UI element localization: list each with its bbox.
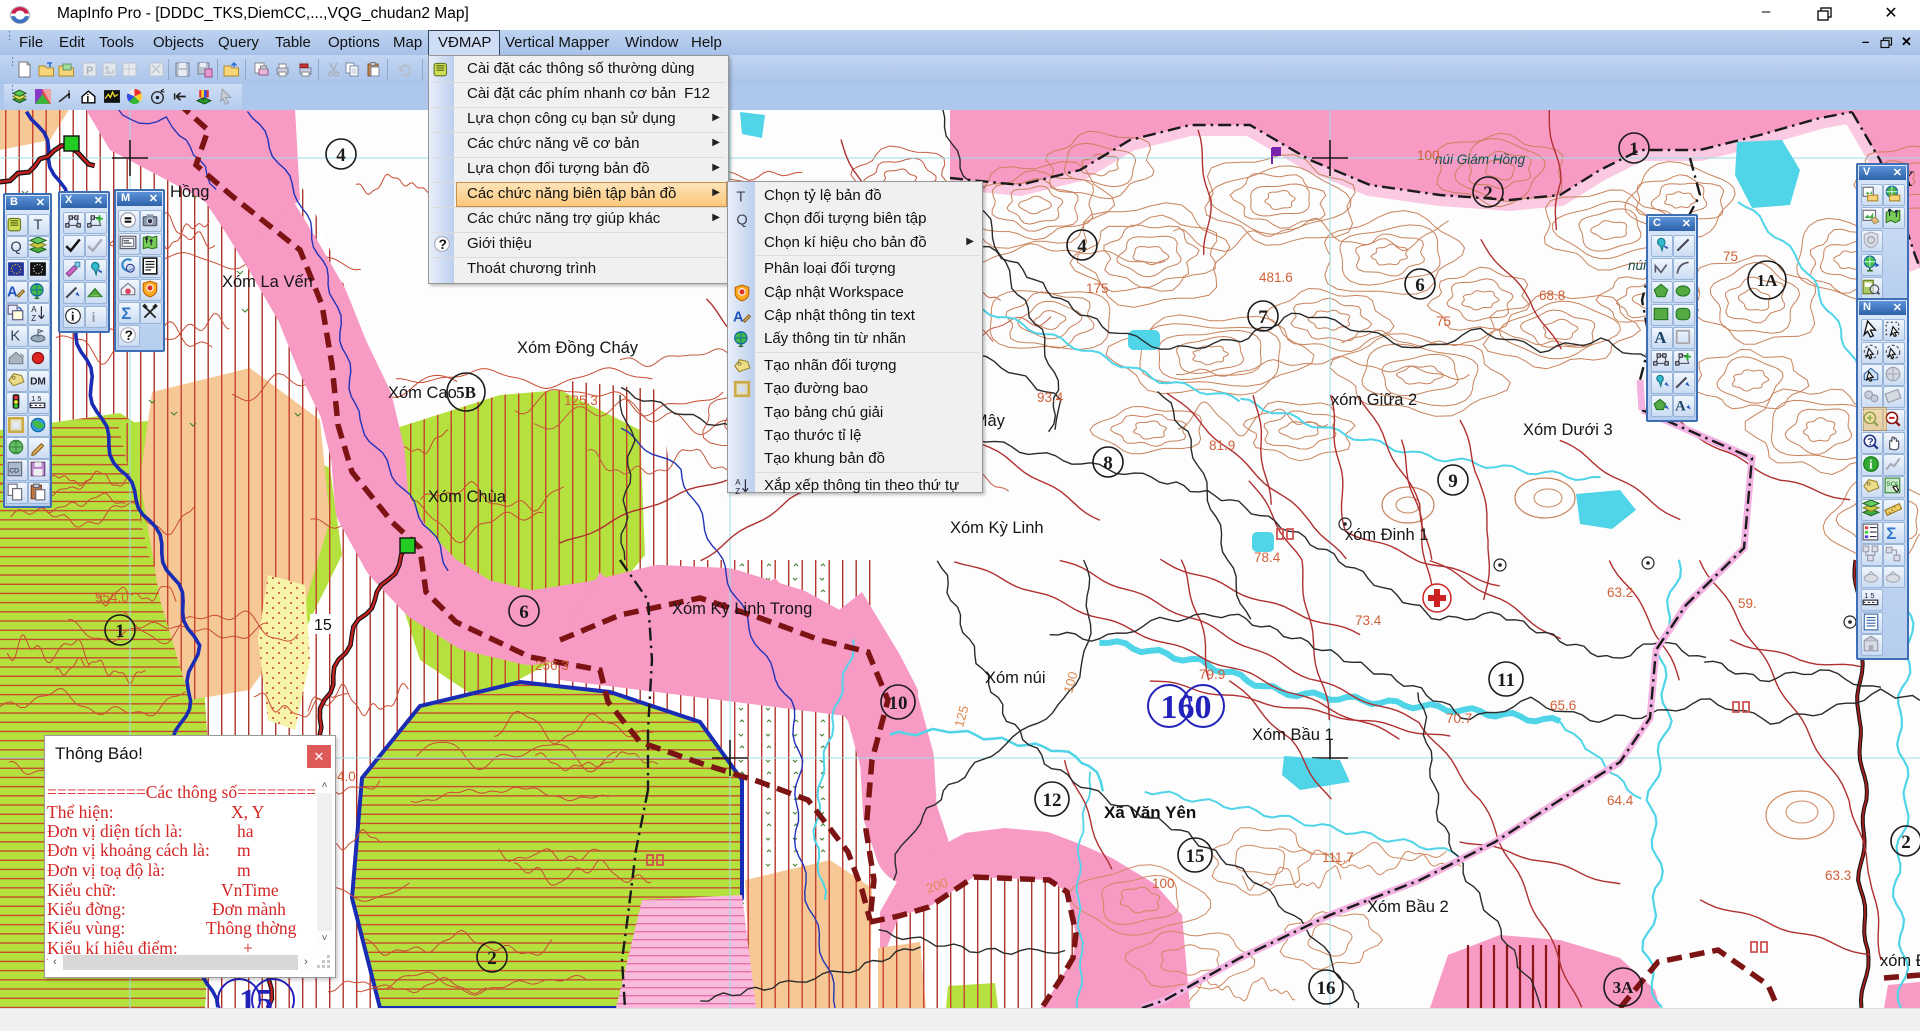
svg-text:75: 75 — [1436, 314, 1451, 329]
svg-text:i: i — [71, 310, 75, 324]
svg-text:160: 160 — [1161, 689, 1212, 726]
svg-text:Z: Z — [31, 314, 36, 322]
svg-text:A: A — [733, 310, 744, 325]
svg-text:2: 2 — [1483, 183, 1493, 204]
svg-text:1A: 1A — [1757, 271, 1779, 290]
svg-text:Z: Z — [735, 487, 740, 495]
svg-text:9: 9 — [1448, 471, 1458, 492]
svg-text:Xóm Bầu 1: Xóm Bầu 1 — [1252, 726, 1334, 744]
svg-text:DM: DM — [30, 377, 46, 388]
svg-text:954.0: 954.0 — [95, 590, 129, 605]
svg-text:Xóm Chùa: Xóm Chùa — [428, 488, 507, 506]
svg-text:Xóm Kỳ Linh: Xóm Kỳ Linh — [950, 519, 1044, 537]
svg-text:1 5: 1 5 — [1864, 591, 1874, 600]
svg-text:i: i — [68, 90, 71, 102]
svg-text:?: ? — [125, 328, 133, 343]
svg-text:256.3: 256.3 — [535, 658, 569, 673]
svg-text:111.7: 111.7 — [1322, 850, 1354, 865]
svg-text:6: 6 — [519, 602, 529, 623]
svg-text:64.4: 64.4 — [1607, 793, 1634, 808]
svg-text:i: i — [86, 93, 89, 105]
svg-text:xóm Đinh 1: xóm Đinh 1 — [1345, 526, 1428, 544]
svg-text:4: 4 — [336, 145, 346, 166]
svg-text:A: A — [31, 305, 37, 314]
svg-text:81.9: 81.9 — [1209, 438, 1235, 453]
svg-text:3A: 3A — [1613, 978, 1635, 997]
svg-text:A: A — [1675, 399, 1686, 414]
svg-text:K: K — [10, 329, 20, 344]
svg-text:93.4: 93.4 — [1037, 390, 1064, 405]
svg-text:63.3: 63.3 — [1825, 868, 1851, 883]
svg-text:núi Giám Hồng: núi Giám Hồng — [1435, 152, 1526, 167]
svg-text:Xóm Dưới 3: Xóm Dưới 3 — [1523, 421, 1613, 439]
svg-text:T: T — [736, 190, 745, 205]
svg-text:xóm Đ: xóm Đ — [1880, 952, 1920, 970]
svg-text:Σ: Σ — [1886, 524, 1896, 541]
svg-text:73.4: 73.4 — [1355, 613, 1382, 628]
svg-text:Xóm La Vến: Xóm La Vến — [222, 273, 313, 291]
svg-text:100: 100 — [1417, 148, 1440, 163]
svg-text:75: 75 — [1723, 249, 1738, 264]
svg-text:Xóm núi: Xóm núi — [985, 669, 1046, 687]
svg-text:A: A — [735, 478, 741, 487]
svg-text:100: 100 — [1152, 876, 1175, 891]
svg-text:59.: 59. — [1738, 596, 1757, 611]
svg-text:5B: 5B — [456, 383, 476, 402]
svg-text:Xóm Kỳ Linh Trong: Xóm Kỳ Linh Trong — [672, 600, 812, 618]
svg-text:xóm Giữa 2: xóm Giữa 2 — [1331, 391, 1417, 409]
svg-text:A: A — [7, 285, 18, 300]
svg-text:Xã Văn Yên: Xã Văn Yên — [1104, 803, 1196, 822]
svg-text:70.7: 70.7 — [1446, 711, 1472, 726]
svg-text:7: 7 — [1258, 307, 1268, 328]
svg-text:79.9: 79.9 — [1199, 667, 1225, 682]
svg-text:Hồng: Hồng — [170, 183, 209, 201]
svg-text:1 5: 1 5 — [31, 394, 41, 403]
svg-text:?: ? — [1867, 437, 1873, 448]
svg-text:A: A — [1654, 328, 1667, 346]
svg-text:T: T — [34, 218, 43, 233]
svg-text:8: 8 — [1103, 453, 1113, 474]
svg-text:Σ: Σ — [121, 304, 131, 321]
svg-text:i: i — [1869, 458, 1873, 472]
svg-text:10: 10 — [889, 693, 908, 714]
svg-text:15: 15 — [314, 617, 332, 634]
svg-text:68.8: 68.8 — [1539, 288, 1565, 303]
svg-text:1: 1 — [115, 621, 125, 642]
svg-text:16: 16 — [1317, 978, 1336, 999]
svg-text:2: 2 — [1901, 832, 1911, 853]
svg-text:2: 2 — [487, 948, 497, 969]
svg-text:P: P — [86, 65, 93, 77]
svg-text:6: 6 — [1415, 275, 1425, 296]
svg-text:4: 4 — [1077, 236, 1087, 257]
svg-text:175: 175 — [1086, 281, 1109, 296]
svg-text:Q: Q — [10, 240, 21, 255]
svg-text:1: 1 — [1629, 139, 1639, 160]
svg-text:CD: CD — [9, 467, 19, 474]
svg-text:?: ? — [439, 237, 447, 252]
svg-text:Q: Q — [736, 213, 747, 228]
svg-text:Xóm Bầu 2: Xóm Bầu 2 — [1367, 898, 1449, 916]
svg-text:481.6: 481.6 — [1259, 270, 1293, 285]
svg-text:i: i — [92, 310, 96, 325]
svg-text:12: 12 — [1043, 790, 1062, 811]
svg-text:15: 15 — [1186, 846, 1205, 867]
svg-text:65.6: 65.6 — [1550, 698, 1576, 713]
svg-text:15: 15 — [239, 983, 273, 1008]
svg-text:78.4: 78.4 — [1254, 550, 1281, 565]
svg-text:11: 11 — [1497, 670, 1515, 691]
svg-text:125.3: 125.3 — [564, 393, 598, 408]
svg-text:63.2: 63.2 — [1607, 585, 1633, 600]
svg-text:Xóm Đồng Cháy: Xóm Đồng Cháy — [517, 339, 639, 357]
